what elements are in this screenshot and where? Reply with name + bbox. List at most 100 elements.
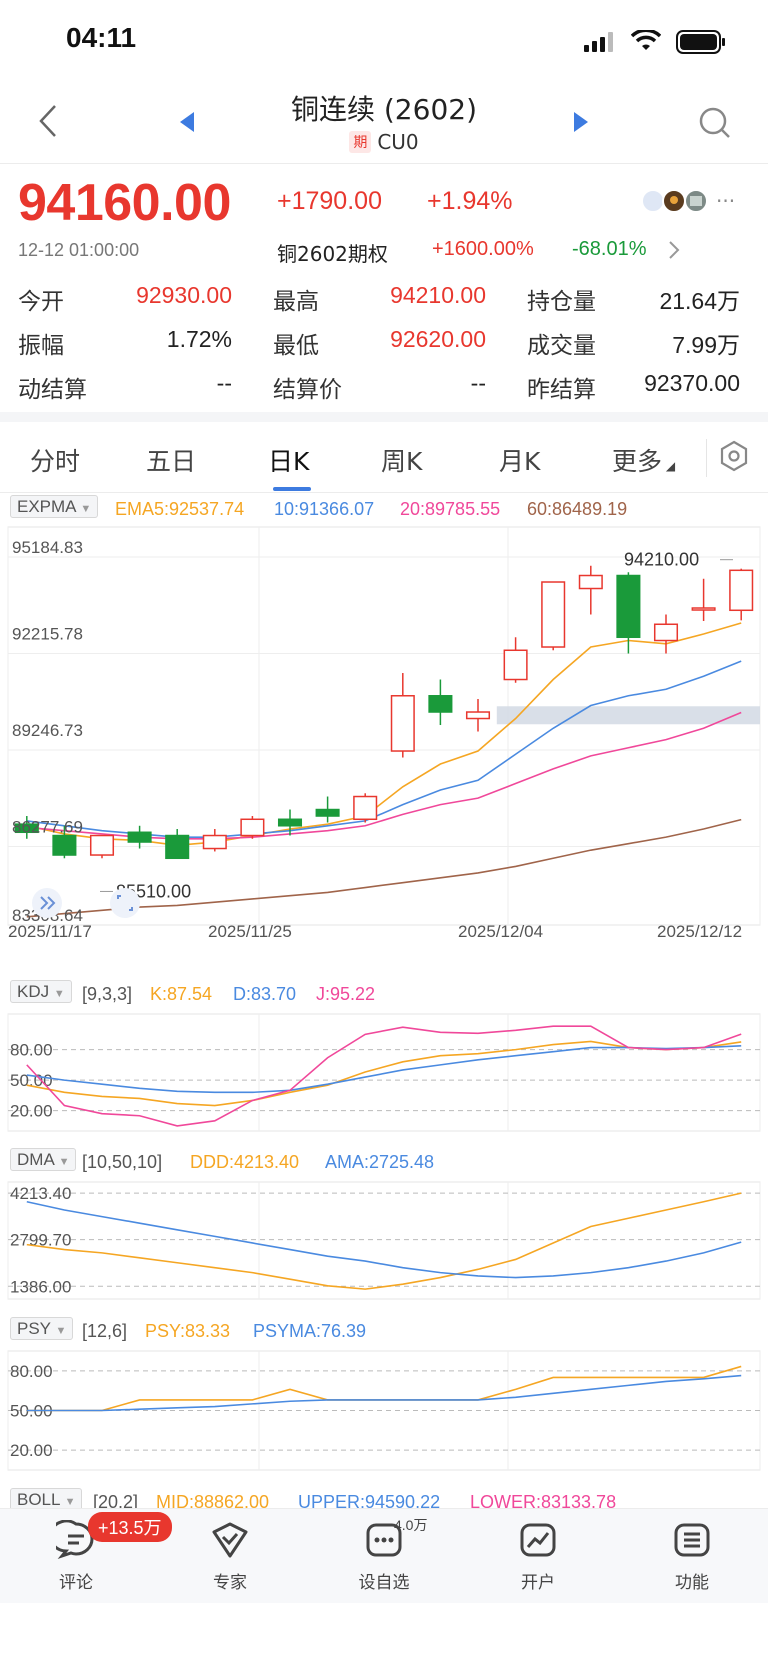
menu-list-icon (674, 1523, 710, 1557)
y-axis-label: 20.00 (10, 1102, 53, 1121)
candle-body (315, 808, 340, 817)
y-axis-label: 92215.78 (12, 625, 83, 644)
kdj-params: [9,3,3] (82, 984, 133, 1004)
candle-body (390, 695, 415, 752)
candle-body (277, 818, 303, 827)
page-title: 铜连续 (2602) (290, 93, 477, 126)
stat-label: 成交量 (527, 333, 596, 359)
settings-button[interactable] (706, 439, 751, 477)
dropdown-corner-icon: ◢ (662, 459, 676, 473)
candle-body (240, 818, 265, 837)
tab-1[interactable]: 五日 (146, 442, 196, 478)
x-axis-label: 2025/11/25 (208, 922, 292, 940)
psy-name: PSY (17, 1319, 51, 1338)
candle-body (503, 649, 528, 681)
candle-body (465, 711, 491, 720)
next-contract-button[interactable] (572, 112, 588, 136)
candle-body (353, 795, 378, 821)
expand-left-button[interactable] (32, 888, 62, 918)
y-axis-label: 86277.69 (12, 818, 83, 837)
chart-frame (7, 526, 761, 926)
stat-value: 1.72% (166, 326, 232, 352)
stat-label: 持仓量 (527, 289, 596, 315)
dma-ddd: DDD:4213.40 (190, 1152, 300, 1172)
stat-value: 92370.00 (644, 370, 740, 396)
tab-4[interactable]: 月K (499, 442, 540, 478)
fullscreen-button[interactable] (110, 888, 140, 918)
kdj-name: KDJ (17, 982, 50, 1001)
y-axis-label: 50.00 (10, 1071, 53, 1090)
option-change-1: +1600.00% (432, 238, 534, 260)
y-axis-label: 1386.00 (10, 1277, 71, 1296)
option-link-label[interactable]: 铜2602期权 (277, 238, 388, 267)
ema10-label: 10:91366.07 (274, 499, 375, 519)
price-change: +1790.00 (277, 187, 382, 215)
x-axis-label: 2025/12/12 (657, 922, 742, 940)
chevron-right-icon[interactable] (668, 240, 680, 264)
option-change-2: -68.01% (572, 238, 647, 260)
stat-label: 今开 (18, 289, 64, 315)
stat-label: 最高 (273, 289, 319, 315)
kdj-chart[interactable]: 80.00 50.00 20.00 (0, 1010, 768, 1135)
search-button[interactable] (698, 106, 732, 144)
stat-value: -- (216, 370, 232, 396)
candle-body (616, 574, 641, 639)
psy-line (26, 1365, 742, 1412)
battery-icon (676, 30, 726, 58)
psyma-line (26, 1374, 742, 1412)
psy-chart[interactable]: 80.0050.0020.00 (0, 1347, 768, 1474)
stat-value: 7.99万 (672, 332, 740, 358)
subchart-frame (7, 1181, 761, 1300)
series-ema20 (26, 711, 742, 840)
dma-chart[interactable]: 4213.402799.701386.00 (0, 1178, 768, 1303)
y-axis-label: 95184.83 (12, 538, 83, 557)
stat-value: 21.64万 (659, 288, 740, 314)
y-axis-label: 20.00 (10, 1441, 53, 1460)
status-time: 04:11 (66, 22, 137, 53)
kdj-k: K:87.54 (150, 984, 213, 1004)
contract-code: 期 CU0 (0, 130, 768, 154)
dma-indicator-select[interactable]: DMA ▼ (10, 1148, 77, 1171)
active-tab-indicator (273, 487, 311, 491)
ema5-label: EMA5:92537.74 (115, 499, 245, 519)
dma-name: DMA (17, 1150, 54, 1169)
main-indicator-select[interactable]: EXPMA ▼ (10, 495, 99, 518)
indicator-name: EXPMA (17, 497, 76, 516)
signal-icon (584, 32, 616, 56)
kline-chart[interactable]: 95184.8392215.7889246.7386277.6983308.64… (0, 525, 768, 940)
candle-body (52, 834, 77, 856)
dma-ama: AMA:2725.48 (325, 1152, 435, 1172)
y-axis-label: 80.00 (10, 1362, 53, 1381)
dma-ddd-line (26, 1192, 742, 1290)
tab-3[interactable]: 周K (381, 442, 422, 478)
shield-check-icon (212, 1522, 248, 1558)
hexagon-settings-icon (720, 440, 748, 472)
tab-0[interactable]: 分时 (30, 442, 80, 478)
functions-label: 功能 (675, 1573, 709, 1593)
psy-indicator-select[interactable]: PSY ▼ (10, 1317, 74, 1340)
y-axis-label: 4213.40 (10, 1184, 71, 1203)
code-label: CU0 (377, 130, 419, 154)
x-axis-label: 2025/11/17 (8, 922, 92, 940)
series-ema10 (26, 660, 742, 838)
tab-5[interactable]: 更多 ◢ (612, 442, 675, 478)
tab-2[interactable]: 日K (268, 442, 309, 478)
candle-body (653, 623, 679, 642)
more-icon[interactable]: ··· (716, 189, 735, 213)
candle-body (202, 834, 227, 850)
functions-button[interactable]: 功能 (652, 1520, 732, 1593)
quote-datetime: 12-12 01:00:00 (18, 240, 140, 260)
open-account-button[interactable]: 开户 (498, 1520, 578, 1593)
expert-label: 专家 (213, 1573, 247, 1593)
stat-value: 92620.00 (390, 326, 486, 352)
watch-label: 设自选 (358, 1573, 410, 1593)
candle-body (89, 834, 115, 856)
candle-body (541, 581, 566, 648)
boll-indicator-select[interactable]: BOLL ▼ (10, 1488, 83, 1511)
dma-ama-line (26, 1200, 742, 1279)
kdj-indicator-select[interactable]: KDJ ▼ (10, 980, 72, 1003)
avatar-group[interactable] (640, 187, 712, 219)
candle-body (127, 831, 152, 843)
expert-button[interactable]: 专家 (190, 1520, 270, 1593)
candle-body (691, 607, 716, 611)
